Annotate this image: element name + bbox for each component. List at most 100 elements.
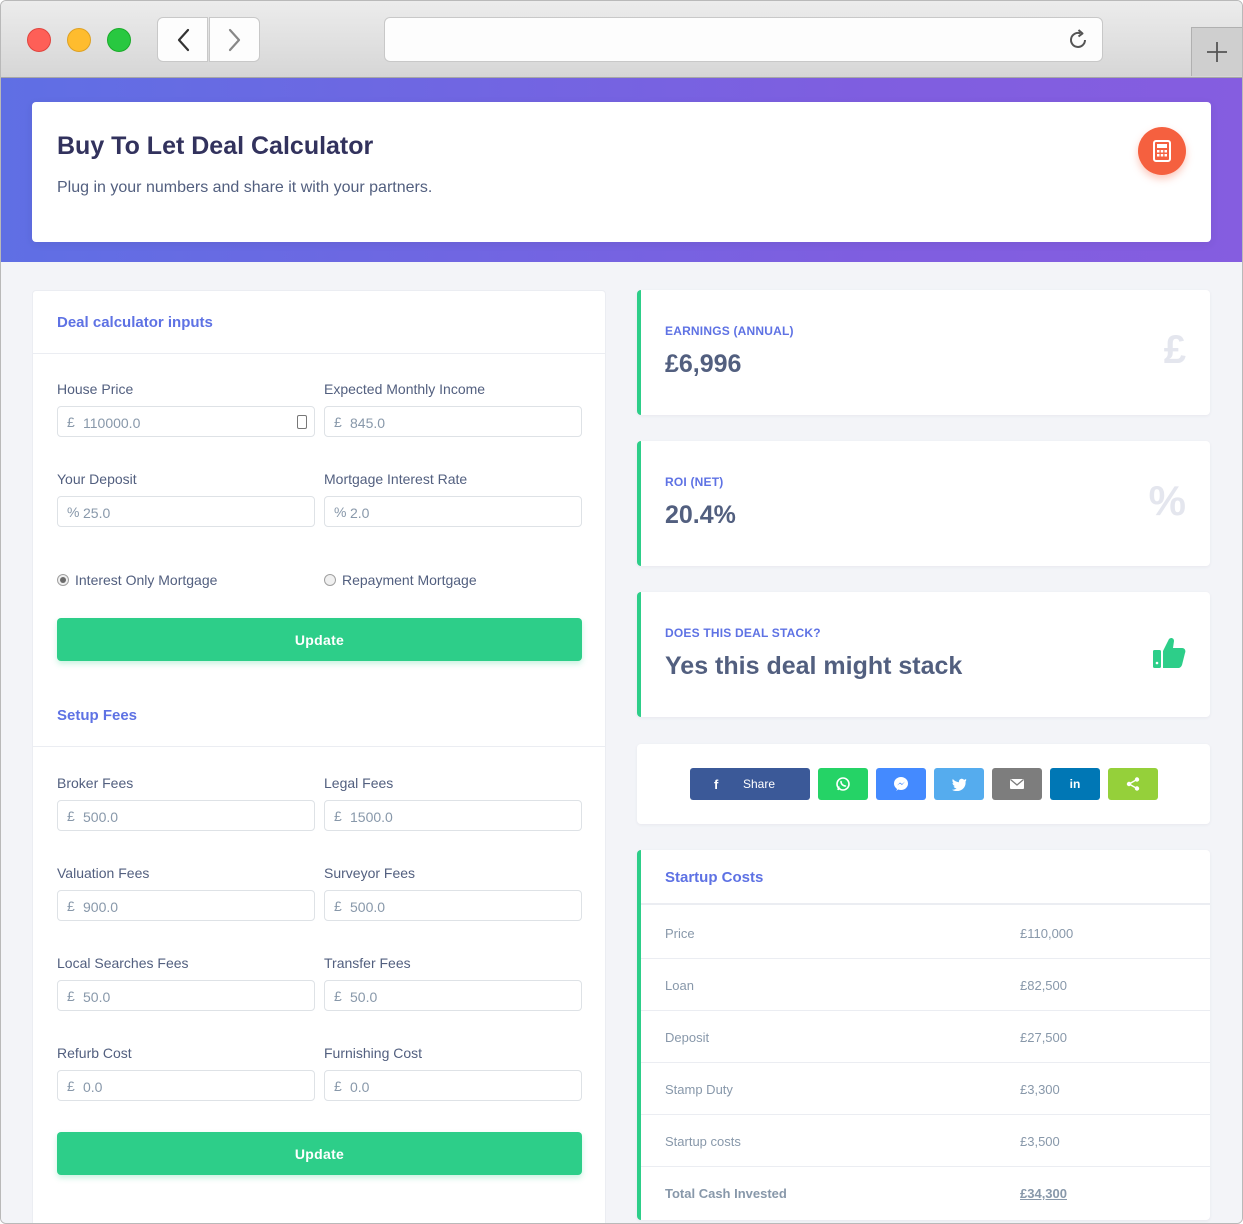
maximize-window-button[interactable] [107, 28, 131, 52]
house-price-label: House Price [57, 381, 134, 397]
legal-fees-value: 1500.0 [350, 809, 393, 825]
row-label: Loan [665, 978, 694, 993]
broker-fees-field: Broker Fees £ 500.0 [57, 775, 315, 831]
back-button[interactable] [157, 17, 208, 62]
radio-unselected-icon[interactable] [324, 574, 336, 586]
row-value: £82,500 [1020, 978, 1067, 993]
email-icon [1010, 779, 1024, 789]
surveyor-fees-field: Surveyor Fees £ 500.0 [324, 865, 582, 921]
legal-fees-input[interactable]: £ 1500.0 [324, 800, 582, 831]
update-fees-button[interactable]: Update [57, 1132, 582, 1175]
new-tab-button[interactable] [1191, 27, 1242, 76]
local-searches-input[interactable]: £ 50.0 [57, 980, 315, 1011]
transfer-fees-input[interactable]: £ 50.0 [324, 980, 582, 1011]
startup-costs-card: Startup Costs Price £110,000 Loan £82,50… [637, 850, 1210, 1220]
inputs-card: Deal calculator inputs House Price £ 110… [32, 290, 606, 1223]
legal-fees-label: Legal Fees [324, 775, 394, 791]
refurb-cost-input[interactable]: £ 0.0 [57, 1070, 315, 1101]
broker-fees-label: Broker Fees [57, 775, 134, 791]
minimize-window-button[interactable] [67, 28, 91, 52]
row-label: Deposit [665, 1030, 710, 1045]
earnings-label: EARNINGS (ANNUAL) [665, 324, 794, 338]
refurb-cost-value: 0.0 [83, 1079, 103, 1095]
surveyor-fees-label: Surveyor Fees [324, 865, 416, 881]
hero-banner: Buy To Let Deal Calculator Plug in your … [1, 78, 1242, 262]
broker-fees-input[interactable]: £ 500.0 [57, 800, 315, 831]
row-value: £110,000 [1020, 926, 1074, 941]
percent-prefix: % [334, 504, 347, 520]
forward-button[interactable] [209, 17, 260, 62]
table-row: Startup costs £3,500 [641, 1115, 1210, 1167]
furnishing-cost-label: Furnishing Cost [324, 1045, 423, 1061]
interest-rate-input[interactable]: % 2.0 [324, 496, 582, 527]
deposit-field: Your Deposit % 25.0 [57, 471, 315, 527]
repayment-radio[interactable]: Repayment Mortgage [324, 572, 477, 588]
roi-card: ROI (NET) 20.4% % [637, 441, 1210, 566]
currency-prefix: £ [334, 808, 342, 824]
page: Buy To Let Deal Calculator Plug in your … [1, 78, 1242, 1223]
linkedin-share-button[interactable]: in [1050, 768, 1100, 800]
deposit-input[interactable]: % 25.0 [57, 496, 315, 527]
row-value: £3,300 [1020, 1082, 1060, 1097]
interest-only-radio[interactable]: Interest Only Mortgage [57, 572, 217, 588]
close-window-button[interactable] [27, 28, 51, 52]
house-price-input[interactable]: £ 110000.0 [57, 406, 315, 437]
row-label: Price [665, 926, 695, 941]
row-value: £27,500 [1020, 1030, 1067, 1045]
refurb-cost-field: Refurb Cost £ 0.0 [57, 1045, 315, 1101]
currency-prefix: £ [67, 808, 75, 824]
earnings-value: £6,996 [665, 350, 742, 378]
share-icon [1126, 777, 1140, 791]
browser-window: Buy To Let Deal Calculator Plug in your … [0, 0, 1243, 1224]
furnishing-cost-input[interactable]: £ 0.0 [324, 1070, 582, 1101]
furnishing-cost-value: 0.0 [350, 1079, 370, 1095]
earnings-card: EARNINGS (ANNUAL) £6,996 £ [637, 290, 1210, 415]
currency-prefix: £ [334, 898, 342, 914]
deal-stack-label: DOES THIS DEAL STACK? [665, 626, 821, 640]
page-title: Buy To Let Deal Calculator [57, 132, 374, 160]
startup-costs-header: Startup Costs [641, 850, 1210, 905]
reload-icon[interactable] [1066, 28, 1090, 57]
currency-prefix: £ [67, 898, 75, 914]
valuation-fees-field: Valuation Fees £ 900.0 [57, 865, 315, 921]
transfer-fees-value: 50.0 [350, 989, 378, 1005]
sharethis-share-button[interactable] [1108, 768, 1158, 800]
pound-icon: £ [1163, 328, 1186, 372]
surveyor-fees-input[interactable]: £ 500.0 [324, 890, 582, 921]
row-label: Startup costs [665, 1134, 741, 1149]
table-row: Deposit £27,500 [641, 1011, 1210, 1063]
monthly-income-input[interactable]: £ 845.0 [324, 406, 582, 437]
radio-selected-icon[interactable] [57, 574, 69, 586]
whatsapp-share-button[interactable] [818, 768, 868, 800]
percent-prefix: % [67, 504, 80, 520]
facebook-share-button[interactable]: f Share [690, 768, 810, 800]
monthly-income-field: Expected Monthly Income £ 845.0 [324, 381, 582, 437]
update-button[interactable]: Update [57, 618, 582, 661]
setup-fees-header: Setup Fees [33, 689, 605, 747]
local-searches-field: Local Searches Fees £ 50.0 [57, 955, 315, 1011]
monthly-income-value: 845.0 [350, 415, 386, 431]
repayment-label: Repayment Mortgage [342, 572, 477, 588]
transfer-fees-label: Transfer Fees [324, 955, 411, 971]
interest-rate-field: Mortgage Interest Rate % 2.0 [324, 471, 582, 527]
address-bar[interactable] [384, 17, 1103, 62]
inputs-card-header: Deal calculator inputs [33, 291, 605, 354]
spinner-icon[interactable] [297, 415, 307, 429]
interest-rate-value: 2.0 [350, 505, 370, 521]
row-label: Stamp Duty [665, 1082, 733, 1097]
valuation-fees-input[interactable]: £ 900.0 [57, 890, 315, 921]
email-share-button[interactable] [992, 768, 1042, 800]
title-card: Buy To Let Deal Calculator Plug in your … [32, 102, 1211, 242]
house-price-field: House Price £ 110000.0 [57, 381, 315, 437]
messenger-share-button[interactable] [876, 768, 926, 800]
percent-icon: % [1148, 477, 1186, 524]
local-searches-value: 50.0 [83, 989, 111, 1005]
deal-stack-value: Yes this deal might stack [665, 652, 963, 680]
thumbs-up-icon [1152, 636, 1186, 675]
twitter-share-button[interactable] [934, 768, 984, 800]
table-row: Loan £82,500 [641, 959, 1210, 1011]
valuation-fees-value: 900.0 [83, 899, 119, 915]
currency-prefix: £ [334, 414, 342, 430]
transfer-fees-field: Transfer Fees £ 50.0 [324, 955, 582, 1011]
roi-label: ROI (NET) [665, 475, 724, 489]
